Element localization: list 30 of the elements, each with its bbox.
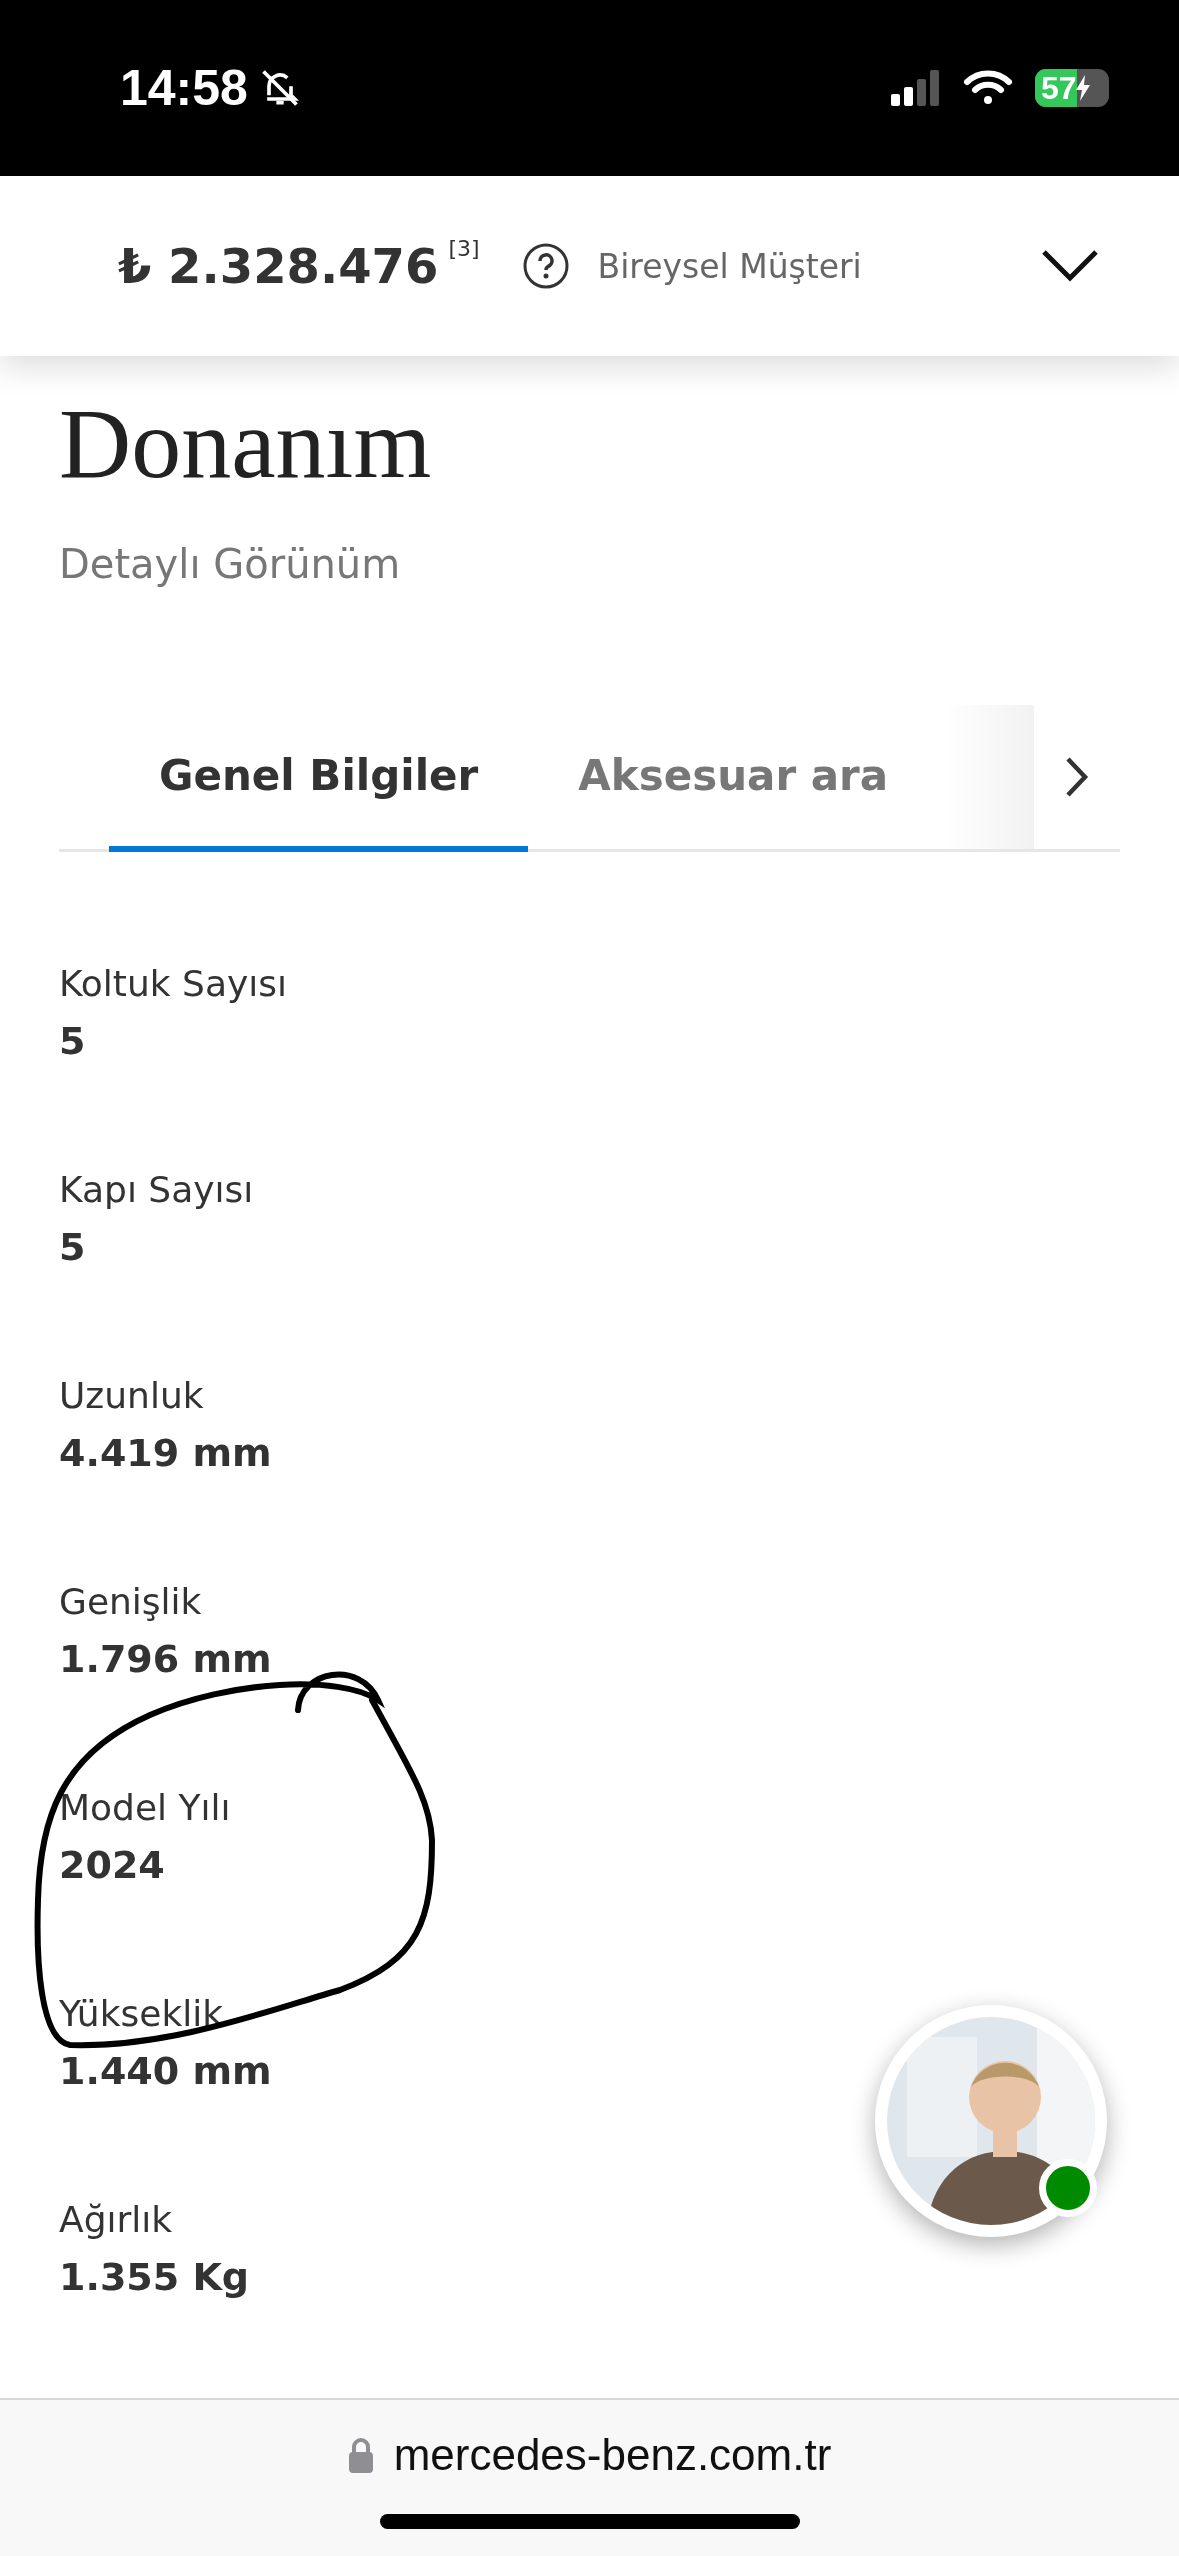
charging-bolt-icon (1074, 75, 1091, 101)
url-text[interactable]: mercedes-benz.com.tr (393, 2430, 832, 2480)
spec-value: 1.355 Kg (59, 2254, 251, 2300)
page-title: Donanım (59, 387, 433, 501)
wifi-icon (963, 69, 1013, 107)
battery-level: 57 (1040, 69, 1077, 107)
status-time: 14:58 (120, 59, 248, 117)
chevron-down-icon[interactable] (1041, 249, 1099, 283)
spec-label: Ağırlık (59, 2198, 174, 2242)
customer-type: Bireysel Müşteri (597, 246, 862, 286)
page-subtitle: Detaylı Görünüm (59, 541, 402, 587)
tab[interactable]: Genel Bilgiler (109, 705, 529, 852)
spec-label: Model Yılı (59, 1786, 232, 1830)
spec-value: 5 (59, 1224, 87, 1270)
signal-icon (891, 70, 941, 106)
tab[interactable]: Aksesuar ara (528, 705, 939, 852)
help-icon[interactable] (521, 242, 570, 290)
spec-label: Uzunluk (59, 1374, 205, 1418)
spec-label: Yükseklik (59, 1992, 225, 2036)
spec-value: 4.419 mm (59, 1430, 273, 1476)
price: ₺ 2.328.476 (118, 238, 439, 294)
spec-value: 5 (59, 1018, 87, 1064)
spec-label: Genişlik (59, 1580, 203, 1624)
spec-label: Kapı Sayısı (59, 1168, 255, 1212)
chevron-right-icon[interactable] (1065, 756, 1089, 798)
spec-label: Koltuk Sayısı (59, 962, 289, 1006)
spec-value: 2024 (59, 1842, 166, 1888)
footnote-mark[interactable]: [3] (448, 235, 480, 261)
spec-value: 1.796 mm (59, 1636, 273, 1682)
spec-value: 1.440 mm (59, 2048, 273, 2094)
